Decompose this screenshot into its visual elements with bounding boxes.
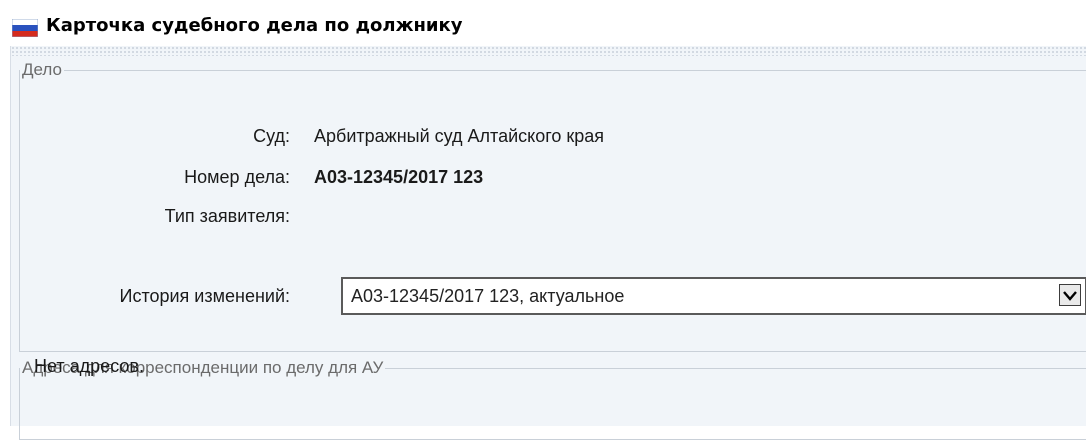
history-selected-value: А03-12345/2017 123, актуальное <box>351 286 625 306</box>
russian-flag-icon <box>12 19 38 37</box>
dropdown-button[interactable] <box>1059 284 1081 306</box>
history-select[interactable]: А03-12345/2017 123, актуальное <box>341 277 1086 315</box>
content-panel: Дело Суд: Арбитражный суд Алтайского кра… <box>10 46 1086 440</box>
case-number-label: Номер дела: <box>184 167 290 187</box>
address-fieldset: Адреса для корреспонденции по делу для А… <box>19 358 1086 440</box>
court-value: Арбитражный суд Алтайского края <box>314 126 605 146</box>
applicant-type-label: Тип заявителя: <box>164 206 290 226</box>
dotted-divider <box>11 46 1086 56</box>
case-number-value: А03-12345/2017 123 <box>314 167 484 187</box>
case-legend: Дело <box>22 60 62 79</box>
court-label: Суд: <box>253 126 290 146</box>
history-label: История изменений: <box>119 286 291 306</box>
chevron-down-icon <box>1063 291 1077 301</box>
window-titlebar: Карточка судебного дела по должнику <box>0 0 1086 46</box>
window-title: Карточка судебного дела по должнику <box>46 15 463 36</box>
no-addresses-text: Нет адресов. <box>34 356 144 376</box>
